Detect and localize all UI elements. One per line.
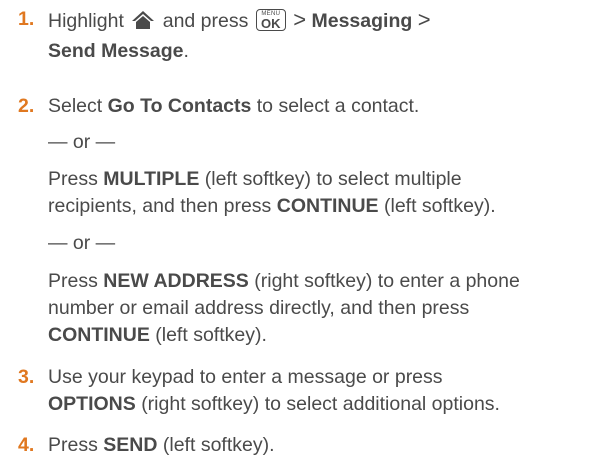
- step-text-line: Use your keypad to enter a message or pr…: [48, 366, 443, 388]
- step-text-fragment: (left softkey).: [162, 434, 275, 456]
- step-text-fragment: (right softkey) to enter a phone: [254, 270, 520, 292]
- menu-path-separator: >: [293, 7, 307, 32]
- step-text: Select Go To Contacts to select a contac…: [48, 93, 578, 120]
- options-softkey-label: OPTIONS: [48, 393, 136, 415]
- menu-item-messaging: Messaging: [311, 10, 413, 32]
- option-multiple: Press MULTIPLE (left softkey) to select …: [48, 166, 578, 220]
- step-text: Highlight and press MENU OK > Messaging …: [48, 6, 578, 65]
- new-address-softkey-label: NEW ADDRESS: [103, 270, 249, 292]
- step-number: 2.: [18, 95, 35, 117]
- step-text-fragment: .: [183, 40, 189, 62]
- step-text-fragment: recipients, and then press: [48, 195, 272, 217]
- go-to-contacts-label: Go To Contacts: [107, 95, 252, 117]
- step-text-fragment: Select: [48, 95, 103, 117]
- step-text-fragment: to select a contact.: [256, 95, 420, 117]
- step-text-fragment: (left softkey) to select multiple: [204, 168, 462, 190]
- menu-item-send-message: Send Message: [48, 40, 184, 62]
- or-separator: — or —: [48, 131, 116, 153]
- step-text: Use your keypad to enter a message or pr…: [48, 364, 578, 418]
- continue-softkey-label: CONTINUE: [48, 324, 150, 346]
- step-number: 4.: [18, 434, 35, 456]
- step-text-line: number or email address directly, and th…: [48, 297, 470, 319]
- step-text-fragment: (left softkey).: [384, 195, 496, 217]
- continue-softkey-label: CONTINUE: [276, 195, 379, 217]
- step-text-fragment: (left softkey).: [155, 324, 267, 346]
- send-softkey-label: SEND: [103, 434, 158, 456]
- step-text: Press SEND (left softkey).: [48, 432, 578, 459]
- or-separator: — or —: [48, 232, 116, 254]
- option-new-address: Press NEW ADDRESS (right softkey) to ent…: [48, 268, 578, 349]
- menu-path-separator: >: [417, 7, 431, 32]
- instruction-document: 1. Highlight and press MENU OK > Messagi…: [0, 0, 589, 465]
- step-number: 3.: [18, 366, 35, 388]
- step-text-fragment: and press: [162, 10, 249, 32]
- step-text-fragment: Press: [48, 270, 98, 292]
- menu-ok-key-icon: MENU OK: [255, 9, 286, 31]
- step-number: 1.: [18, 8, 35, 30]
- key-ok-label: OK: [261, 16, 281, 31]
- step-text-fragment: (right softkey) to select additional opt…: [141, 393, 500, 415]
- home-icon: [131, 10, 155, 38]
- step-text-fragment: Press: [48, 434, 98, 456]
- step-text-fragment: Highlight: [48, 10, 124, 32]
- step-text-fragment: Press: [48, 168, 98, 190]
- multiple-softkey-label: MULTIPLE: [103, 168, 200, 190]
